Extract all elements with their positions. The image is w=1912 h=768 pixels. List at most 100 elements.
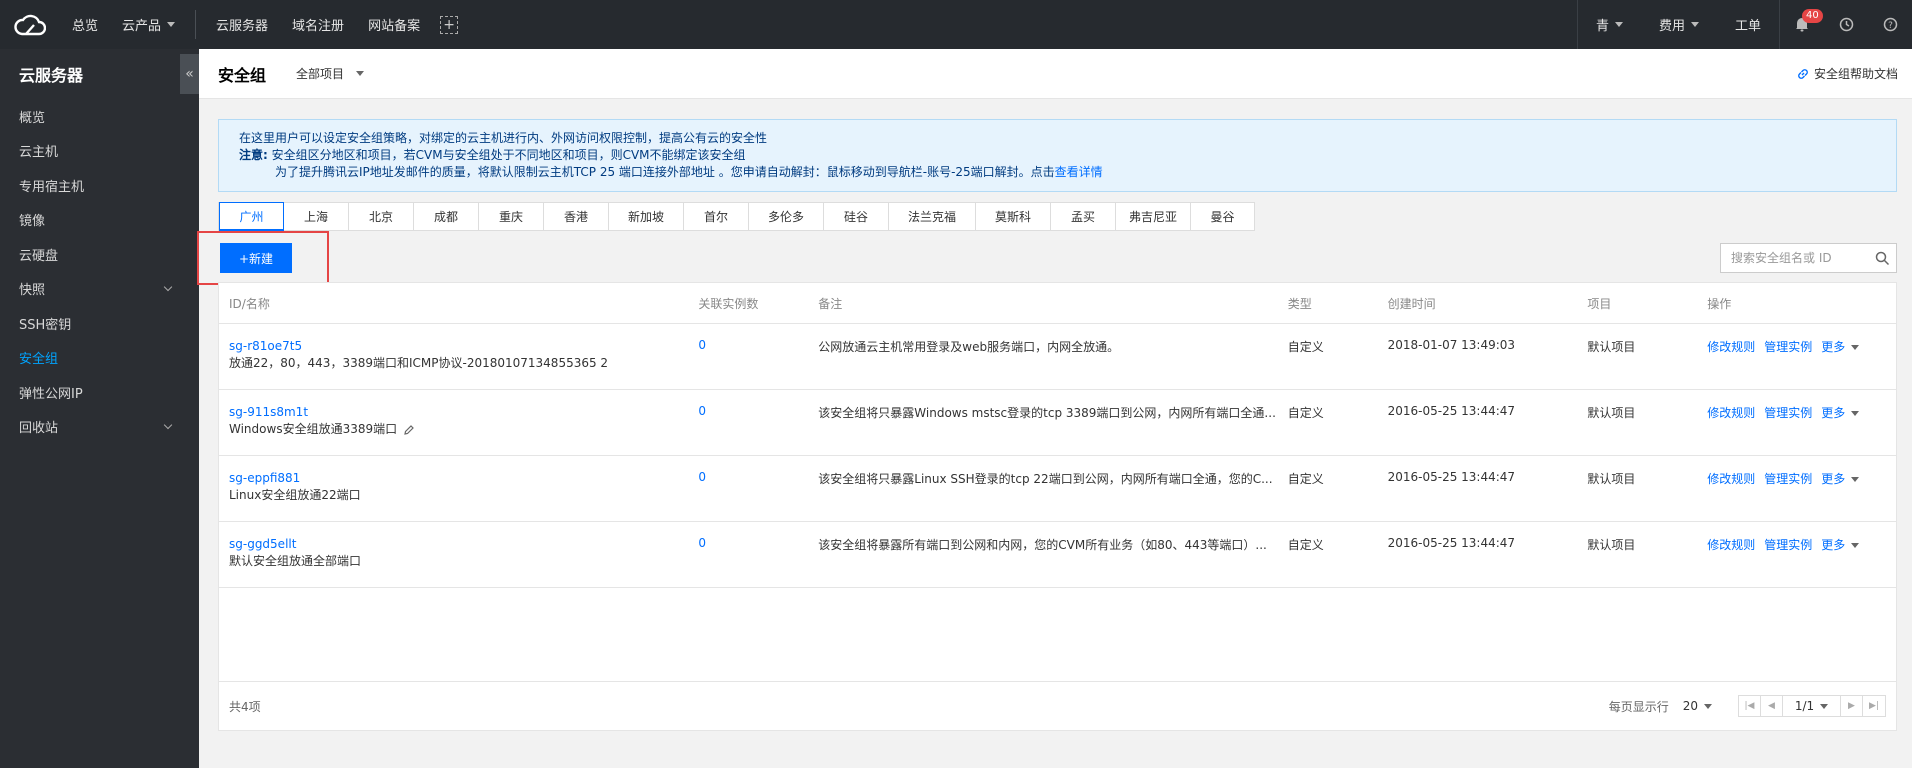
user-name: 青 — [1595, 19, 1609, 34]
region-tab-moscow[interactable]: 莫斯科 — [976, 203, 1051, 230]
pagination: 每页显示行 20 |◀ ◀ 1/1 ▶ ▶| — [1609, 695, 1886, 717]
prev-page-icon[interactable]: ◀ — [1761, 696, 1783, 716]
cloud-logo-icon[interactable] — [0, 0, 60, 49]
last-page-icon[interactable]: ▶| — [1863, 696, 1885, 716]
per-page-label: 每页显示行 — [1608, 699, 1669, 714]
security-group-name: 放通22，80，443，3389端口和ICMP协议-20180107134855… — [229, 356, 609, 370]
table-row: sg-eppfi881 Linux安全组放通22端口 0 该安全组将只暴露Lin… — [219, 456, 1896, 522]
region-tab-seoul[interactable]: 首尔 — [684, 203, 749, 230]
edit-rules-link[interactable]: 修改规则 — [1707, 472, 1755, 486]
region-tab-mumbai[interactable]: 孟买 — [1051, 203, 1116, 230]
collapse-sidebar-icon[interactable]: « — [180, 54, 199, 94]
sidebar-item-overview[interactable]: 概览 — [0, 99, 199, 134]
region-tab-shanghai[interactable]: 上海 — [284, 203, 349, 230]
sidebar-item-recycle[interactable]: 回收站 — [0, 410, 199, 445]
region-tab-beijing[interactable]: 北京 — [349, 203, 414, 230]
instance-count-link[interactable]: 0 — [688, 338, 808, 352]
region-tab-chongqing[interactable]: 重庆 — [479, 203, 544, 230]
sidebar-item-image[interactable]: 镜像 — [0, 203, 199, 238]
chevron-down-icon — [1820, 703, 1829, 709]
region-tab-siliconvalley[interactable]: 硅谷 — [824, 203, 889, 230]
region-tab-guangzhou[interactable]: 广州 — [219, 202, 284, 231]
quick-link-domain[interactable]: 域名注册 — [280, 0, 356, 49]
region-tab-virginia[interactable]: 弗吉尼亚 — [1116, 203, 1191, 230]
nav-divider — [195, 10, 197, 39]
ticket-label: 工单 — [1734, 19, 1761, 34]
help-doc-link[interactable]: 安全组帮助文档 — [1796, 65, 1898, 82]
sidebar-item-cvm[interactable]: 云主机 — [0, 134, 199, 169]
security-group-id-link[interactable]: sg-ggd5ellt — [229, 536, 688, 552]
manage-instances-link[interactable]: 管理实例 — [1764, 406, 1812, 420]
region-tab-bangkok[interactable]: 曼谷 — [1191, 203, 1254, 230]
project-select[interactable]: 全部项目 — [296, 65, 365, 82]
notification-button[interactable]: 40 — [1780, 0, 1824, 49]
create-button[interactable]: +新建 — [220, 243, 292, 273]
more-menu[interactable]: 更多 — [1821, 406, 1860, 420]
clock-button[interactable] — [1824, 0, 1868, 49]
manage-instances-link[interactable]: 管理实例 — [1764, 472, 1812, 486]
quick-link-cvm[interactable]: 云服务器 — [204, 0, 280, 49]
page-value: 1/1 — [1794, 699, 1815, 713]
manage-instances-link[interactable]: 管理实例 — [1764, 538, 1812, 552]
nav-overview[interactable]: 总览 — [60, 0, 110, 49]
quick-link-icp[interactable]: 网站备案 — [356, 0, 432, 49]
table-row: sg-911s8m1t Windows安全组放通3389端口 0 该安全组将只暴… — [219, 390, 1896, 456]
instance-count-link[interactable]: 0 — [688, 470, 808, 484]
notice-note-label: 注意: — [239, 148, 268, 162]
edit-rules-link[interactable]: 修改规则 — [1707, 406, 1755, 420]
region-tab-chengdu[interactable]: 成都 — [414, 203, 479, 230]
column-header: ID/名称 — [229, 296, 270, 311]
help-button[interactable]: ? — [1868, 0, 1912, 49]
chevron-down-icon — [356, 71, 365, 76]
manage-instances-link[interactable]: 管理实例 — [1764, 340, 1812, 354]
table-footer: 共4项 每页显示行 20 |◀ ◀ 1/1 ▶ ▶| — [218, 682, 1897, 731]
instance-count-link[interactable]: 0 — [688, 536, 808, 550]
nav-products[interactable]: 云产品 — [110, 0, 187, 49]
page-select[interactable]: 1/1 — [1783, 696, 1841, 716]
more-menu[interactable]: 更多 — [1821, 340, 1860, 354]
instance-count-link[interactable]: 0 — [688, 404, 808, 418]
id-name-cell: sg-eppfi881 Linux安全组放通22端口 — [219, 470, 688, 504]
pencil-edit-icon[interactable] — [403, 424, 415, 436]
created-time-cell: 2016-05-25 13:44:47 — [1387, 536, 1516, 550]
column-header: 创建时间 — [1387, 296, 1436, 311]
sidebar-item-label: 回收站 — [19, 421, 59, 437]
region-tabs: 广州 上海 北京 成都 重庆 香港 新加坡 首尔 多伦多 硅谷 法兰克福 莫斯科… — [218, 202, 1255, 231]
note-cell: 该安全组将暴露所有端口到公网和内网，您的CVM所有业务（如80、443等端口）.… — [818, 538, 1267, 552]
sidebar-item-cdh[interactable]: 专用宿主机 — [0, 168, 199, 203]
search-icon[interactable] — [1875, 251, 1890, 266]
chevron-down-icon — [163, 420, 173, 429]
more-menu[interactable]: 更多 — [1821, 538, 1860, 552]
more-label: 更多 — [1821, 538, 1846, 552]
column-header: 备注 — [818, 296, 843, 311]
notification-badge: 40 — [1802, 9, 1823, 23]
sidebar-item-ssh-key[interactable]: SSH密钥 — [0, 306, 199, 341]
next-page-icon[interactable]: ▶ — [1841, 696, 1863, 716]
table-header: ID/名称 关联实例数 备注 类型 创建时间 项目 操作 — [219, 283, 1896, 324]
region-tab-singapore[interactable]: 新加坡 — [609, 203, 684, 230]
edit-rules-link[interactable]: 修改规则 — [1707, 340, 1755, 354]
notice-detail-link[interactable]: 查看详情 — [1055, 165, 1103, 179]
project-select-label: 全部项目 — [296, 67, 345, 81]
top-bar: 总览 云产品 云服务器 域名注册 网站备案 + 青 费用 工单 40 ? — [0, 0, 1912, 49]
more-menu[interactable]: 更多 — [1821, 472, 1860, 486]
search-input[interactable] — [1731, 251, 1871, 265]
page-size-select[interactable]: 20 — [1683, 699, 1712, 713]
first-page-icon[interactable]: |◀ — [1739, 696, 1761, 716]
sidebar-item-security-group[interactable]: 安全组 — [0, 341, 199, 376]
ticket-link[interactable]: 工单 — [1717, 0, 1779, 49]
sidebar-item-snapshot[interactable]: 快照 — [0, 272, 199, 307]
user-menu[interactable]: 青 — [1578, 0, 1641, 49]
edit-rules-link[interactable]: 修改规则 — [1707, 538, 1755, 552]
security-group-id-link[interactable]: sg-r81oe7t5 — [229, 338, 688, 354]
region-tab-hongkong[interactable]: 香港 — [544, 203, 609, 230]
sidebar-item-cbs[interactable]: 云硬盘 — [0, 237, 199, 272]
region-tab-toronto[interactable]: 多伦多 — [749, 203, 824, 230]
chevron-down-icon — [1690, 22, 1699, 27]
security-group-id-link[interactable]: sg-911s8m1t — [229, 404, 688, 420]
security-group-id-link[interactable]: sg-eppfi881 — [229, 470, 688, 486]
region-tab-frankfurt[interactable]: 法兰克福 — [889, 203, 976, 230]
sidebar-item-eip[interactable]: 弹性公网IP — [0, 375, 199, 410]
add-shortcut-icon[interactable]: + — [440, 15, 459, 34]
billing-menu[interactable]: 费用 — [1641, 0, 1717, 49]
